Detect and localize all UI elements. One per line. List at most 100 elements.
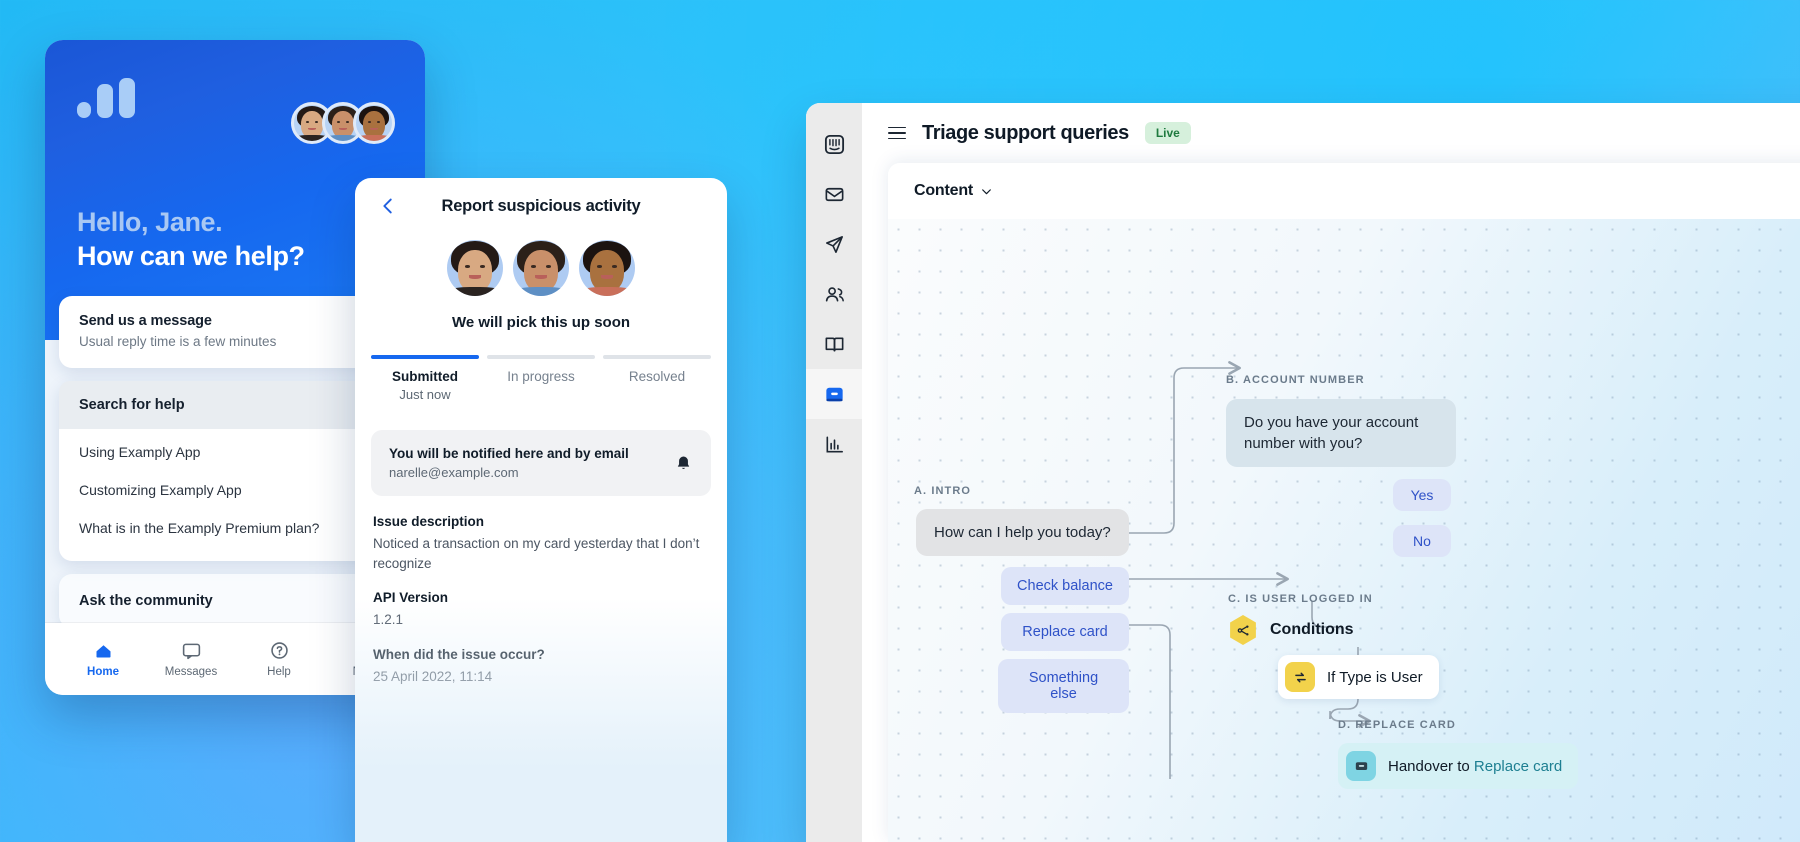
reply-chip-yes[interactable]: Yes: [1393, 479, 1451, 511]
list-item[interactable]: What is in the Examply Premium plan?: [79, 509, 391, 547]
ticket-header: Report suspicious activity: [355, 178, 727, 234]
tab-submitted[interactable]: Submitted Just now: [371, 355, 479, 402]
messages-icon: [182, 643, 200, 660]
handover-prefix: Handover to: [1388, 757, 1474, 775]
attribute-key: API Version: [373, 590, 449, 606]
teammate-avatars: [291, 102, 395, 144]
handover-icon: [1346, 751, 1376, 781]
workflow-builder-window: Triage support queries Live Content A. I…: [806, 103, 1800, 842]
section-label-is-user-logged-in: C. IS USER LOGGED IN: [1228, 593, 1373, 605]
section-label-intro: A. INTRO: [914, 485, 972, 497]
help-icon: [270, 642, 288, 659]
message-bubble: How can I help you today?: [916, 509, 1129, 556]
attribute-key: Issue description: [373, 514, 485, 529]
workflow-toolbar: Triage support queries Live: [862, 103, 1800, 163]
chip-label: Replace card: [1001, 613, 1129, 651]
node-label: Handover to Replace card: [1388, 758, 1562, 775]
sidebar-item-inbox[interactable]: [806, 169, 862, 219]
attribute-value: 1.2.1: [373, 612, 404, 628]
list-item[interactable]: Customizing Examply App: [79, 471, 391, 509]
section-label-replace-card: D. REPLACE CARD: [1338, 719, 1456, 731]
notification-banner: You will be notified here and by email n…: [371, 430, 711, 496]
section-label-account-number: B. ACCOUNT NUMBER: [1226, 374, 1365, 386]
tab-indicator: [487, 355, 595, 359]
notification-email: narelle@example.com: [389, 465, 519, 480]
chevron-left-icon[interactable]: [377, 195, 399, 217]
ticket-status-text: We will pick this up soon: [451, 314, 631, 331]
sidebar-item-messenger[interactable]: [806, 369, 862, 419]
contacts-icon: [825, 286, 844, 302]
node-intro-message[interactable]: How can I help you today?: [916, 509, 1129, 556]
avatar: [447, 240, 503, 296]
reply-chip-check-balance[interactable]: Check balance: [1001, 567, 1129, 605]
tab-indicator: [371, 355, 479, 359]
sidebar-item-articles[interactable]: [806, 319, 862, 369]
nav-label-home: Home: [87, 666, 119, 678]
sidebar-item-contacts[interactable]: [806, 269, 862, 319]
page-title: Triage support queries: [922, 121, 1129, 144]
send-message-title: Send us a message: [79, 313, 212, 329]
attribute-key: When did the issue occur?: [373, 646, 545, 662]
home-icon: [96, 645, 110, 658]
tab-indicator: [603, 355, 711, 359]
node-label: If Type is User: [1327, 668, 1423, 686]
assignee-avatars: [355, 240, 727, 296]
nav-item-home[interactable]: Home: [72, 640, 134, 678]
avatar: [353, 102, 395, 144]
nav-label-messages: Messages: [164, 666, 218, 678]
app-sidebar-rail: [806, 103, 862, 842]
reply-chip-replace-card[interactable]: Replace card: [1001, 613, 1129, 651]
nav-label-help: Help: [267, 666, 291, 678]
sidebar-item-outbound[interactable]: [806, 219, 862, 269]
greeting-line-1: Hello, Jane.: [77, 206, 223, 237]
attribute-issue-description: Issue description Noticed a transaction …: [373, 514, 709, 573]
tab-in-progress[interactable]: In progress: [487, 355, 595, 402]
chip-label: Yes: [1393, 479, 1451, 511]
ticket-progress-tabs: Submitted Just now In progress Resolved: [355, 355, 727, 402]
greeting: Hello, Jane. How can we help?: [77, 205, 305, 274]
workflow-main: Triage support queries Live Content A. I…: [862, 103, 1800, 842]
workflow-canvas[interactable]: Content A. INTRO How can I help you toda…: [888, 163, 1800, 842]
bell-icon[interactable]: [674, 454, 693, 473]
message-bubble: Do you have your account number with you…: [1226, 399, 1456, 467]
attribute-value: 25 April 2022, 11:14: [373, 668, 493, 684]
node-conditions[interactable]: Conditions: [1228, 615, 1354, 645]
tab-resolved[interactable]: Resolved: [603, 355, 711, 402]
hamburger-icon[interactable]: [888, 126, 906, 140]
tab-sublabel: Just now: [399, 387, 451, 402]
articles-icon: [825, 336, 843, 352]
sidebar-item-intercom-logo[interactable]: [806, 119, 862, 169]
reply-chip-something-else[interactable]: Something else: [998, 659, 1129, 713]
tab-content[interactable]: Content: [914, 182, 973, 200]
messenger-icon: [825, 387, 843, 401]
send-message-subtitle: Usual reply time is a few minutes: [79, 334, 277, 349]
status-badge: Live: [1144, 122, 1191, 144]
attribute-api-version: API Version 1.2.1: [373, 590, 709, 630]
branch-hexagon-icon: [1230, 615, 1256, 645]
ticket-attributes: Issue description Noticed a transaction …: [355, 496, 727, 686]
canvas-tab-bar: Content: [888, 163, 1800, 219]
ticket-detail-card: Report suspicious activity We will pick …: [355, 178, 727, 842]
reports-icon: [825, 435, 843, 453]
node-account-number-message[interactable]: Do you have your account number with you…: [1226, 399, 1456, 467]
avatar: [513, 240, 569, 296]
reply-chip-no[interactable]: No: [1393, 525, 1451, 557]
chevron-down-icon[interactable]: [980, 185, 993, 198]
chip-label: Something else: [998, 659, 1129, 713]
tab-label: Submitted: [392, 369, 458, 384]
send-icon: [825, 235, 843, 253]
nav-item-help[interactable]: Help: [248, 640, 310, 678]
nav-item-messages[interactable]: Messages: [160, 640, 222, 678]
node-if-type-is-user[interactable]: If Type is User: [1278, 655, 1439, 699]
node-label: Conditions: [1270, 621, 1354, 638]
canvas-grid: A. INTRO How can I help you today? Check…: [888, 219, 1800, 842]
node-handover[interactable]: Handover to Replace card: [1338, 743, 1579, 789]
tab-label: Resolved: [628, 369, 686, 384]
attribute-issue-time: When did the issue occur? 25 April 2022,…: [373, 647, 709, 687]
avatar: [579, 240, 635, 296]
list-item[interactable]: Using Examply App: [79, 433, 391, 471]
greeting-line-2: How can we help?: [77, 241, 305, 272]
chip-label: Check balance: [1001, 567, 1129, 605]
sidebar-item-reports[interactable]: [806, 419, 862, 469]
notification-title: You will be notified here and by email: [389, 446, 629, 461]
